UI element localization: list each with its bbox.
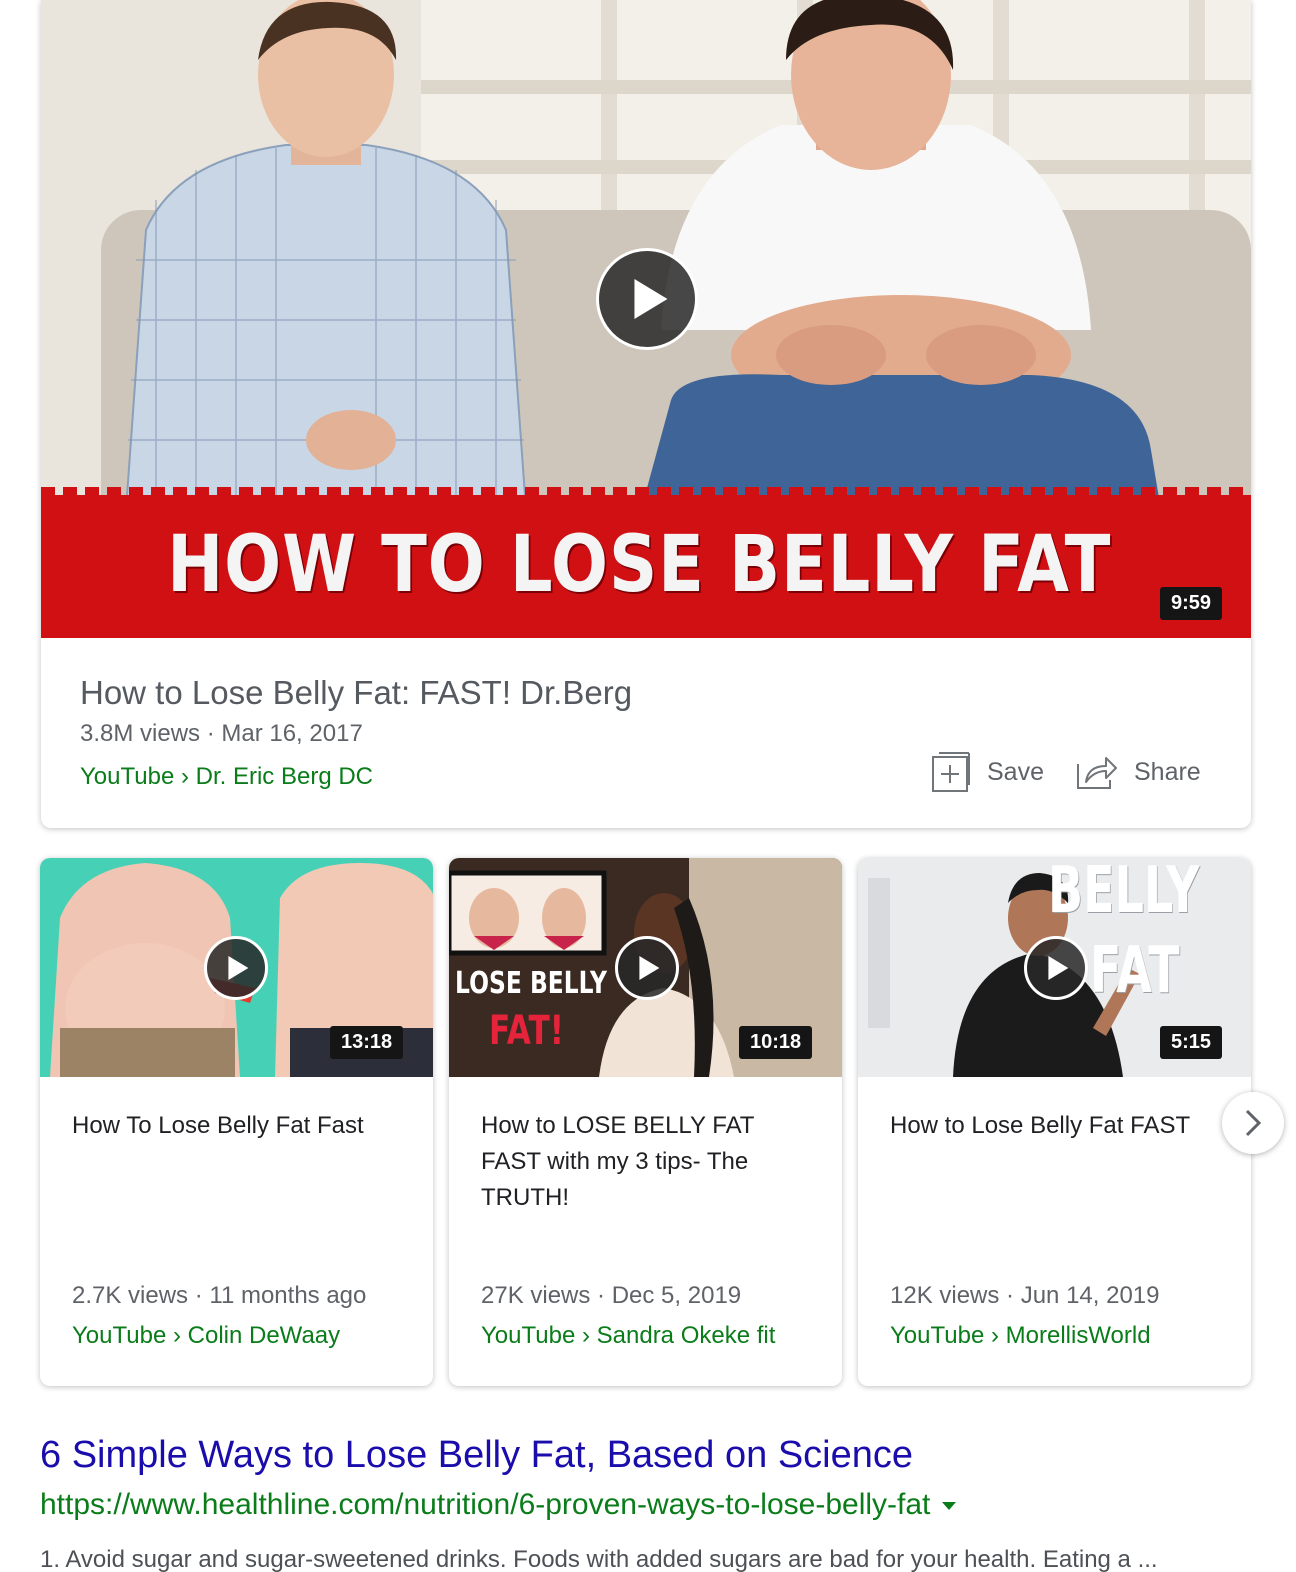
play-icon[interactable] bbox=[615, 936, 679, 1000]
save-button[interactable]: Save bbox=[931, 751, 1044, 793]
video-thumbnail[interactable]: BELLY FAT 5:15 bbox=[858, 858, 1251, 1077]
featured-video-source[interactable]: YouTube › Dr. Eric Berg DC bbox=[80, 763, 373, 791]
video-meta: 2.7K views · 11 months ago bbox=[72, 1282, 367, 1309]
share-button[interactable]: Share bbox=[1076, 754, 1201, 790]
featured-video-thumbnail[interactable]: HOW TO LOSE BELLY FAT 9:59 bbox=[41, 0, 1251, 638]
play-icon[interactable] bbox=[204, 936, 268, 1000]
play-icon[interactable] bbox=[1024, 936, 1088, 1000]
featured-video-card: HOW TO LOSE BELLY FAT 9:59 How to Lose B… bbox=[41, 0, 1251, 828]
chevron-right-icon bbox=[1245, 1109, 1262, 1137]
video-title[interactable]: How to Lose Belly Fat FAST bbox=[890, 1108, 1220, 1144]
save-label: Save bbox=[987, 757, 1044, 786]
save-icon bbox=[932, 752, 970, 792]
carousel-next-button[interactable] bbox=[1222, 1092, 1284, 1154]
video-meta: 12K views · Jun 14, 2019 bbox=[890, 1282, 1160, 1309]
duration-badge: 5:15 bbox=[1160, 1026, 1223, 1059]
video-source[interactable]: YouTube › Sandra Okeke fit bbox=[481, 1322, 775, 1350]
video-card[interactable]: LOSE BELLY FAT! 10:18 How to LOSE BELLY … bbox=[449, 858, 842, 1386]
share-icon bbox=[1076, 757, 1117, 789]
video-title[interactable]: How to LOSE BELLY FAT FAST with my 3 tip… bbox=[481, 1108, 811, 1216]
presenter-image bbox=[124, 0, 528, 510]
video-card[interactable]: BELLY FAT 5:15 How to Lose Belly Fat FAS… bbox=[858, 858, 1251, 1386]
thumbnail-caption-line-2: FAT! bbox=[489, 1008, 564, 1054]
thumbnail-title-text: HOW TO LOSE BELLY FAT bbox=[167, 520, 1112, 610]
video-source[interactable]: YouTube › Colin DeWaay bbox=[72, 1322, 340, 1350]
featured-video-actions: Save Share bbox=[931, 750, 1233, 794]
video-source[interactable]: YouTube › MorellisWorld bbox=[890, 1322, 1151, 1350]
video-meta: 27K views · Dec 5, 2019 bbox=[481, 1282, 742, 1309]
video-title[interactable]: How To Lose Belly Fat Fast bbox=[72, 1108, 402, 1144]
video-card[interactable]: 13:18 How To Lose Belly Fat Fast 2.7K vi… bbox=[40, 858, 433, 1386]
duration-badge: 10:18 bbox=[739, 1026, 813, 1059]
result-url[interactable]: https://www.healthline.com/nutrition/6-p… bbox=[40, 1488, 957, 1522]
result-title-link[interactable]: 6 Simple Ways to Lose Belly Fat, Based o… bbox=[40, 1434, 913, 1477]
thumbnail-caption-line-2: FAT bbox=[1090, 934, 1180, 1008]
result-url-text[interactable]: https://www.healthline.com/nutrition/6-p… bbox=[40, 1488, 930, 1521]
play-icon[interactable] bbox=[596, 248, 698, 350]
duration-badge: 9:59 bbox=[1160, 587, 1223, 620]
share-label: Share bbox=[1133, 757, 1201, 786]
duration-badge: 13:18 bbox=[330, 1026, 404, 1059]
featured-video-meta: 3.8M views · Mar 16, 2017 bbox=[80, 720, 363, 747]
video-thumbnail[interactable]: 13:18 bbox=[40, 858, 433, 1077]
dropdown-caret-icon[interactable] bbox=[942, 1502, 957, 1511]
thumbnail-caption-line-1: BELLY bbox=[1048, 858, 1200, 928]
video-thumbnail[interactable]: LOSE BELLY FAT! 10:18 bbox=[449, 858, 842, 1077]
result-snippet: 1. Avoid sugar and sugar-sweetened drink… bbox=[40, 1546, 1158, 1572]
thumbnail-caption-line-1: LOSE BELLY bbox=[455, 966, 607, 1001]
featured-video-title[interactable]: How to Lose Belly Fat: FAST! Dr.Berg bbox=[80, 674, 632, 712]
